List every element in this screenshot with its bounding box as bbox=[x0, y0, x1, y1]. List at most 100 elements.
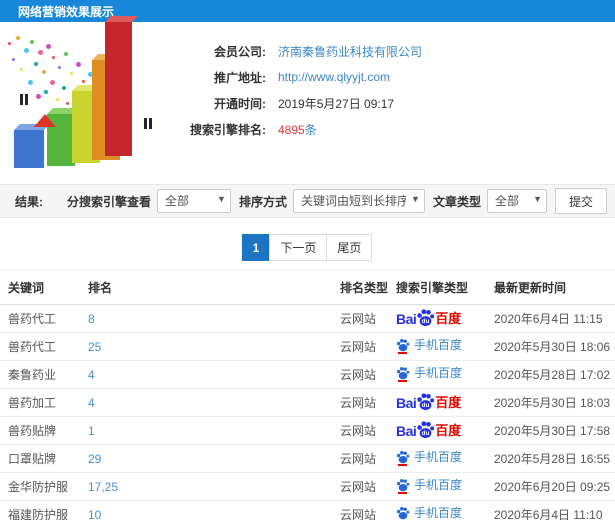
result-label: 结果: bbox=[15, 194, 43, 209]
engine-cell: 手机百度 bbox=[388, 472, 486, 501]
mobile-baidu-logo: 手机百度 bbox=[396, 450, 462, 466]
article-type-label: 文章类型 bbox=[432, 194, 481, 209]
page-button-current[interactable]: 1 bbox=[241, 234, 271, 261]
baidu-paw-icon bbox=[396, 338, 410, 354]
keyword-cell: 福建防护服 bbox=[0, 500, 80, 520]
rank-link[interactable]: 17,25 bbox=[88, 480, 118, 494]
rank-link[interactable]: 10 bbox=[88, 508, 101, 520]
results-table: 关键词 排名 排名类型 搜索引擎类型 最新更新时间 兽药代工 8 云网站 Bai du 百… bbox=[0, 270, 615, 520]
table-row: 兽药贴牌 1 云网站 Bai du 百度 2020年5月30日 17:58 bbox=[0, 416, 615, 445]
opened-time-value: 2019年5月27日 09:17 bbox=[278, 96, 395, 111]
header-keyword: 关键词 bbox=[0, 270, 80, 305]
info-row-company: 会员公司: 济南秦鲁药业科技有限公司 bbox=[170, 38, 422, 64]
rank-cell: 1 bbox=[80, 416, 332, 445]
mobile-baidu-logo: 手机百度 bbox=[396, 506, 462, 520]
header-rank-type: 排名类型 bbox=[332, 270, 388, 305]
updated-cell: 2020年5月30日 18:06 bbox=[486, 332, 615, 361]
table-row: 金华防护服 17,25 云网站 手机百度 2020年6月20日 09:25 bbox=[0, 472, 615, 501]
submit-button[interactable]: 提交 bbox=[554, 188, 607, 214]
keyword-cell: 金华防护服 bbox=[0, 472, 80, 501]
pagination: 1 下一页 尾页 bbox=[0, 234, 615, 261]
header-engine: 搜索引擎类型 bbox=[388, 270, 486, 305]
keyword-cell: 兽药加工 bbox=[0, 388, 80, 417]
rank-type-cell: 云网站 bbox=[332, 472, 388, 501]
baidu-paw-icon bbox=[396, 450, 410, 466]
svg-text:du: du bbox=[422, 318, 430, 325]
keyword-cell: 兽药代工 bbox=[0, 304, 80, 333]
updated-cell: 2020年5月30日 18:03 bbox=[486, 388, 615, 417]
info-row-rank-count: 搜索引擎排名: 4895条 bbox=[170, 116, 422, 142]
rank-cell: 17,25 bbox=[80, 472, 332, 501]
promo-url-label: 推广地址: bbox=[214, 70, 266, 85]
rank-cell: 10 bbox=[80, 500, 332, 520]
baidu-paw-icon bbox=[396, 506, 410, 520]
rank-type-cell: 云网站 bbox=[332, 332, 388, 361]
updated-cell: 2020年6月20日 09:25 bbox=[486, 472, 615, 501]
updated-cell: 2020年5月30日 17:58 bbox=[486, 416, 615, 445]
keyword-cell: 兽药代工 bbox=[0, 332, 80, 361]
engine-filter-label: 分搜索引擎查看 bbox=[66, 194, 151, 209]
company-link[interactable]: 济南秦鲁药业科技有限公司 bbox=[278, 43, 422, 60]
rank-link[interactable]: 29 bbox=[88, 452, 101, 466]
engine-rank-value: 4895条 bbox=[278, 121, 317, 138]
article-type-select[interactable]: 全部 bbox=[486, 189, 547, 213]
rank-link[interactable]: 8 bbox=[88, 312, 95, 326]
table-row: 兽药加工 4 云网站 Bai du 百度 2020年5月30日 18:03 bbox=[0, 388, 615, 417]
bar-graphic-blue bbox=[14, 130, 44, 168]
sort-filter-select[interactable]: 关键词由短到长排序 bbox=[292, 189, 425, 213]
table-header-row: 关键词 排名 排名类型 搜索引擎类型 最新更新时间 bbox=[0, 270, 615, 305]
rank-cell: 4 bbox=[80, 388, 332, 417]
rank-link[interactable]: 25 bbox=[88, 340, 101, 354]
member-info-list: 会员公司: 济南秦鲁药业科技有限公司 推广地址: http://www.qlyy… bbox=[170, 28, 422, 184]
rank-link[interactable]: 4 bbox=[88, 396, 95, 410]
table-row: 口罩贴牌 29 云网站 手机百度 2020年5月28日 16:55 bbox=[0, 444, 615, 473]
table-row: 兽药代工 8 云网站 Bai du 百度 2020年6月4日 11:15 bbox=[0, 304, 615, 333]
engine-cell: Bai du 百度 bbox=[388, 416, 486, 445]
keyword-cell: 口罩贴牌 bbox=[0, 444, 80, 473]
rank-type-cell: 云网站 bbox=[332, 416, 388, 445]
mobile-baidu-logo: 手机百度 bbox=[396, 338, 462, 354]
engine-cell: 手机百度 bbox=[388, 360, 486, 389]
keyword-cell: 秦鲁药业 bbox=[0, 360, 80, 389]
baidu-paw-icon: du bbox=[416, 392, 435, 411]
header-updated: 最新更新时间 bbox=[486, 270, 615, 305]
rank-count: 4895 bbox=[278, 122, 305, 137]
baidu-paw-icon: du bbox=[416, 420, 435, 439]
updated-cell: 2020年5月28日 16:55 bbox=[486, 444, 615, 473]
engine-cell: 手机百度 bbox=[388, 500, 486, 520]
engine-rank-label: 搜索引擎排名: bbox=[190, 122, 266, 137]
last-page-button[interactable]: 尾页 bbox=[326, 234, 373, 261]
rank-cell: 4 bbox=[80, 360, 332, 389]
info-row-opened: 开通时间: 2019年5月27日 09:17 bbox=[170, 90, 422, 116]
info-row-url: 推广地址: http://www.qlyyjt.com bbox=[170, 64, 422, 90]
promo-url-link[interactable]: http://www.qlyyjt.com bbox=[278, 70, 390, 84]
baidu-paw-icon bbox=[396, 366, 410, 382]
updated-cell: 2020年6月4日 11:15 bbox=[486, 304, 615, 333]
rank-link[interactable]: 1 bbox=[88, 424, 95, 438]
rank-cell: 8 bbox=[80, 304, 332, 333]
opened-time-label: 开通时间: bbox=[214, 96, 266, 111]
engine-cell: Bai du 百度 bbox=[388, 304, 486, 333]
rank-type-cell: 云网站 bbox=[332, 360, 388, 389]
businessman-figure-left bbox=[16, 94, 32, 105]
rank-type-cell: 云网站 bbox=[332, 444, 388, 473]
rank-type-cell: 云网站 bbox=[332, 500, 388, 520]
table-row: 福建防护服 10 云网站 手机百度 2020年6月4日 11:10 bbox=[0, 500, 615, 520]
updated-cell: 2020年6月4日 11:10 bbox=[486, 500, 615, 520]
baidu-logo: Bai du 百度 bbox=[396, 420, 461, 439]
engine-cell: 手机百度 bbox=[388, 332, 486, 361]
rank-link[interactable]: 4 bbox=[88, 368, 95, 382]
up-arrow-icon bbox=[34, 100, 56, 127]
baidu-logo: Bai du 百度 bbox=[396, 308, 461, 327]
growth-chart-illustration bbox=[0, 22, 170, 180]
rank-cell: 25 bbox=[80, 332, 332, 361]
next-page-button[interactable]: 下一页 bbox=[269, 234, 328, 261]
engine-filter-select[interactable]: 全部 bbox=[156, 189, 231, 213]
titlebar: 网络营销效果展示 bbox=[0, 0, 615, 22]
rank-type-cell: 云网站 bbox=[332, 304, 388, 333]
baidu-paw-icon: du bbox=[416, 308, 435, 327]
keyword-cell: 兽药贴牌 bbox=[0, 416, 80, 445]
info-section: 会员公司: 济南秦鲁药业科技有限公司 推广地址: http://www.qlyy… bbox=[0, 22, 615, 184]
svg-text:du: du bbox=[422, 430, 430, 437]
mobile-baidu-logo: 手机百度 bbox=[396, 366, 462, 382]
